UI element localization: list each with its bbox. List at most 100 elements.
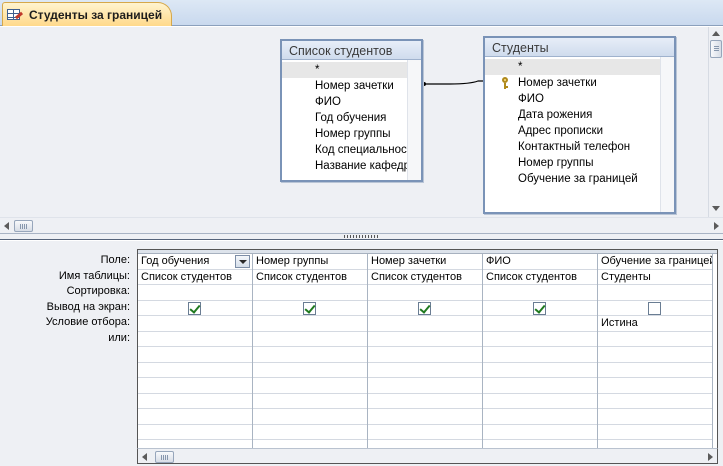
grid-empty-cell[interactable] [253,347,367,363]
show-checkbox[interactable] [303,301,316,315]
table-box-scrollbar[interactable] [407,60,421,180]
diagram-horizontal-scrollbar[interactable] [0,217,723,233]
grid-empty-cell[interactable] [253,378,367,394]
show-checkbox[interactable] [648,301,661,315]
grid-or-cell[interactable] [598,332,712,347]
grid-criteria-cell[interactable] [138,316,252,332]
grid-empty-cell[interactable] [598,409,712,425]
grid-empty-cell[interactable] [138,378,252,394]
table-field[interactable]: Обучение за границей [485,171,660,187]
grid-empty-cell[interactable] [368,363,482,378]
grid-criteria-cell[interactable] [483,316,597,332]
query-design-grid[interactable]: Год обучения Список студентов Номер группы… [137,249,718,451]
grid-empty-cell[interactable] [138,425,252,440]
table-field-list[interactable]: * Номер зачетки ФИО Год обучения Номер групп… [282,60,421,180]
scroll-right-arrow-icon[interactable] [708,453,713,461]
table-box-students[interactable]: Студенты * Номер зачетки ФИО Дата рожения Ад… [483,36,676,214]
field-dropdown-chevron-down-icon[interactable] [235,255,250,268]
grid-field-cell[interactable]: Номер зачетки [368,254,482,270]
grid-empty-cell[interactable] [598,425,712,440]
table-field[interactable]: Номер зачетки [485,75,660,91]
grid-empty-cell[interactable] [138,409,252,425]
scroll-thumb[interactable] [155,451,174,463]
grid-field-cell[interactable]: Год обучения [138,254,252,270]
grid-or-cell[interactable] [253,332,367,347]
grid-empty-cell[interactable] [598,363,712,378]
grid-table-cell[interactable]: Список студентов [368,270,482,285]
show-checkbox[interactable] [533,301,546,315]
grid-table-cell[interactable]: Список студентов [138,270,252,285]
grid-empty-cell[interactable] [483,409,597,425]
grid-empty-cell[interactable] [598,378,712,394]
grid-empty-cell[interactable] [253,363,367,378]
table-box-scrollbar[interactable] [660,57,674,212]
grid-show-cell[interactable] [598,301,712,316]
field-all-columns[interactable]: * [485,59,660,75]
splitter-grip-icon[interactable] [344,235,380,238]
grid-show-cell[interactable] [368,301,482,316]
grid-empty-cell[interactable] [483,394,597,409]
scroll-up-arrow-icon[interactable] [712,31,720,36]
table-field[interactable]: Адрес прописки [485,123,660,139]
grid-table-cell[interactable]: Студенты [598,270,712,285]
grid-criteria-cell[interactable] [368,316,482,332]
grid-empty-cell[interactable] [138,347,252,363]
grid-empty-cell[interactable] [598,347,712,363]
grid-column[interactable]: ФИО Список студентов [483,254,598,450]
grid-empty-cell[interactable] [368,394,482,409]
table-field[interactable]: Номер зачетки [282,78,407,94]
grid-sort-cell[interactable] [598,285,712,301]
grid-table-cell[interactable]: Список студентов [253,270,367,285]
grid-empty-cell[interactable] [483,378,597,394]
grid-or-cell[interactable] [368,332,482,347]
query-document-tab[interactable]: Студенты за границей [2,2,172,26]
grid-column[interactable]: Обучение за границей Студенты Истина [598,254,713,450]
table-box-title[interactable]: Студенты [485,38,674,57]
grid-criteria-cell[interactable] [253,316,367,332]
grid-column[interactable]: Год обучения Список студентов [138,254,253,450]
grid-field-cell[interactable]: Номер группы [253,254,367,270]
grid-sort-cell[interactable] [138,285,252,301]
table-diagram-pane[interactable]: Список студентов * Номер зачетки ФИО Год об… [0,27,708,217]
grid-empty-cell[interactable] [253,394,367,409]
grid-horizontal-scrollbar[interactable] [137,448,718,464]
grid-show-cell[interactable] [253,301,367,316]
field-all-columns[interactable]: * [282,62,407,78]
grid-field-cell[interactable]: ФИО [483,254,597,270]
scroll-down-arrow-icon[interactable] [712,206,720,211]
grid-empty-cell[interactable] [253,409,367,425]
table-field[interactable]: ФИО [282,94,407,110]
grid-empty-cell[interactable] [138,394,252,409]
grid-empty-cell[interactable] [368,378,482,394]
grid-show-cell[interactable] [138,301,252,316]
grid-empty-cell[interactable] [368,409,482,425]
grid-empty-cell[interactable] [483,347,597,363]
grid-sort-cell[interactable] [483,285,597,301]
grid-empty-cell[interactable] [598,394,712,409]
table-field-list[interactable]: * Номер зачетки ФИО Дата рожения Адрес пропи… [485,57,674,212]
table-field[interactable]: Код специальности [282,142,418,158]
grid-or-cell[interactable] [138,332,252,347]
table-field[interactable]: Контактный телефон [485,139,660,155]
table-field[interactable]: Год обучения [282,110,407,126]
grid-empty-cell[interactable] [253,425,367,440]
grid-criteria-cell[interactable]: Истина [598,316,712,332]
grid-empty-cell[interactable] [138,363,252,378]
grid-field-cell[interactable]: Обучение за границей [598,254,712,270]
grid-or-cell[interactable] [483,332,597,347]
grid-sort-cell[interactable] [368,285,482,301]
grid-empty-cell[interactable] [368,347,482,363]
grid-sort-cell[interactable] [253,285,367,301]
table-box-list-students[interactable]: Список студентов * Номер зачетки ФИО Год об… [280,39,423,182]
pane-splitter[interactable] [0,233,723,240]
table-field[interactable]: ФИО [485,91,660,107]
show-checkbox[interactable] [188,301,201,315]
grid-empty-cell[interactable] [483,363,597,378]
grid-column[interactable]: Номер зачетки Список студентов [368,254,483,450]
scroll-left-arrow-icon[interactable] [142,453,147,461]
grid-empty-cell[interactable] [368,425,482,440]
grid-show-cell[interactable] [483,301,597,316]
diagram-vertical-scrollbar[interactable] [708,27,723,217]
grid-table-cell[interactable]: Список студентов [483,270,597,285]
table-field[interactable]: Номер группы [282,126,407,142]
